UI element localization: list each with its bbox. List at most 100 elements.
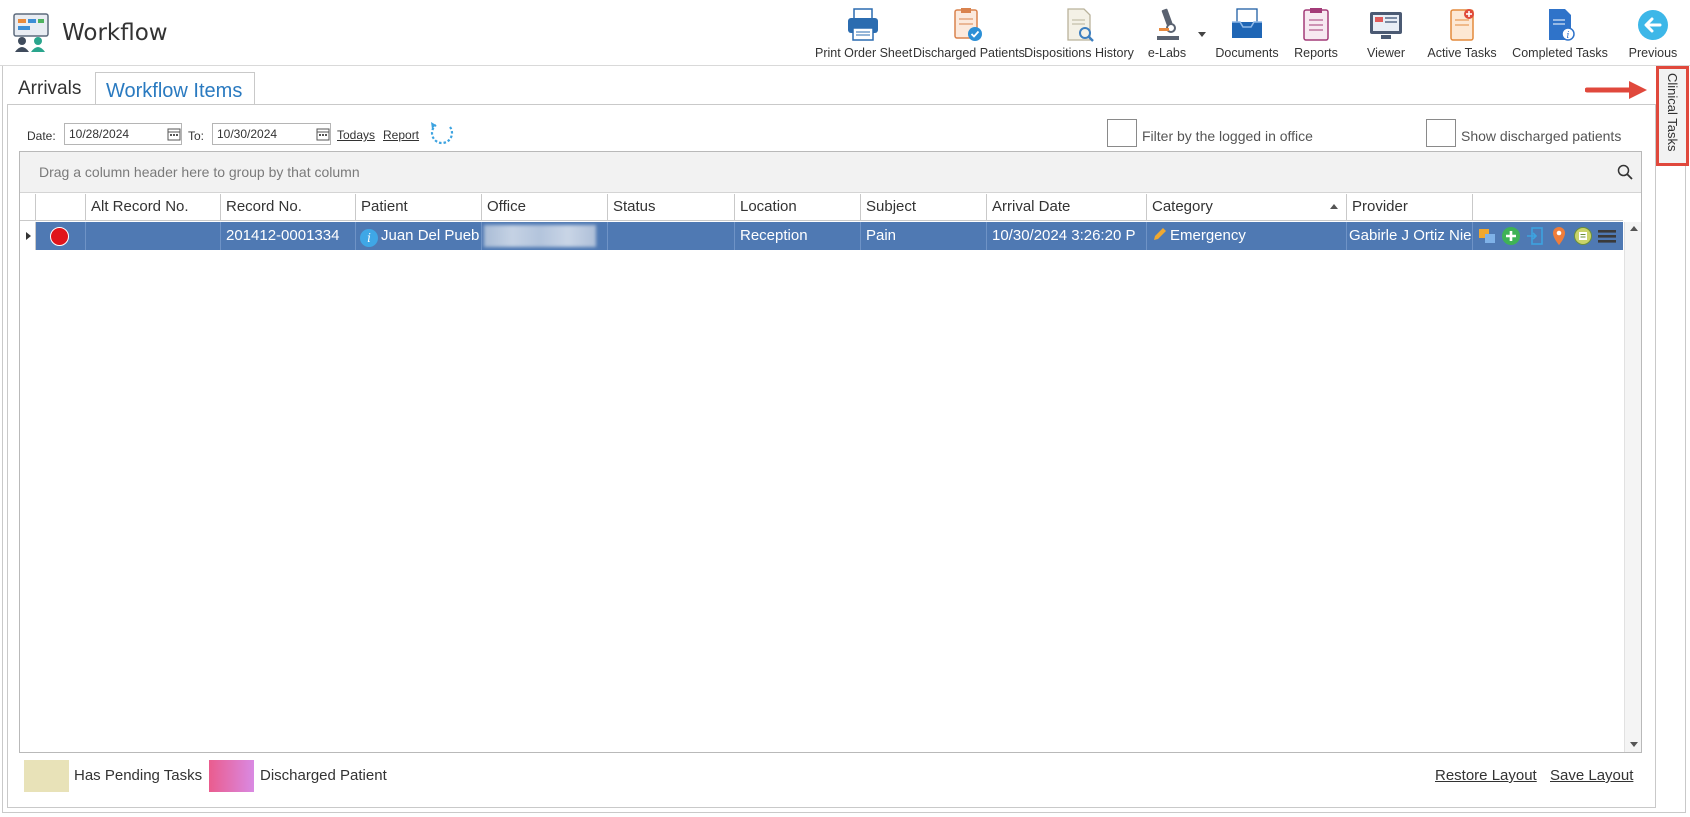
e-labs-button[interactable]: e-Labs [1140,4,1194,64]
tab-arrivals[interactable]: Arrivals [8,70,95,104]
toolbar-label: Reports [1294,46,1338,60]
cell-subject: Pain [861,222,987,250]
column-header-office[interactable]: Office [482,194,608,221]
toolbar-label: Active Tasks [1427,46,1497,60]
svg-text:i: i [1567,31,1570,41]
show-discharged-checkbox[interactable] [1426,119,1456,147]
calendar-icon[interactable] [316,127,330,141]
pending-tasks-swatch [24,760,69,792]
column-header-status[interactable] [36,194,86,221]
previous-button[interactable]: Previous [1622,4,1684,64]
column-header-alt-record-no[interactable]: Alt Record No. [86,194,221,221]
clinical-tasks-side-tab[interactable]: Clinical Tasks [1656,66,1689,166]
column-header-actions [1473,194,1623,221]
column-header-record-no[interactable]: Record No. [221,194,356,221]
documents-button[interactable]: Documents [1212,4,1282,64]
column-header-subject[interactable]: Subject [861,194,987,221]
location-pin-icon[interactable] [1549,226,1569,246]
dispositions-history-button[interactable]: Dispositions History [1024,4,1134,64]
column-header-indicator [20,194,36,221]
printer-icon [848,8,878,41]
column-header-patient[interactable]: Patient [356,194,482,221]
cell-alt-record-no [86,222,221,250]
cell-office [482,222,608,250]
expand-arrow-icon [26,232,31,240]
toolbar-label: Documents [1215,46,1279,60]
discharged-patients-button[interactable]: Discharged Patients [913,4,1025,64]
documents-tray-icon [1232,8,1262,38]
scroll-up-icon[interactable] [1630,226,1638,231]
toolbar-label: Viewer [1367,46,1405,60]
cell-patient[interactable]: i Juan Del Pueb [356,222,482,250]
table-row[interactable]: 201412-0001334 i Juan Del Pueb Reception … [20,222,1623,250]
app-title: Workflow [62,20,168,46]
status-red-dot-icon [50,227,69,246]
check-in-icon[interactable] [1525,226,1545,246]
add-task-icon[interactable] [1501,226,1521,246]
clinical-tasks-label: Clinical Tasks [1665,73,1680,152]
date-from-input[interactable]: 10/28/2024 [64,123,182,145]
completed-tasks-button[interactable]: i Completed Tasks [1510,4,1610,64]
toolbar-label: e-Labs [1147,46,1187,60]
date-to-input[interactable]: 10/30/2024 [212,123,331,145]
calendar-icon[interactable] [167,127,181,141]
notes-icon[interactable] [1573,226,1593,246]
refresh-icon[interactable] [428,119,456,147]
scroll-down-icon[interactable] [1630,742,1638,747]
patient-name: Juan Del Pueb [381,227,480,244]
microscope-icon [1157,8,1179,40]
app-header: Workflow Print Order Sheet Discharged Pa… [0,0,1690,66]
filter-office-checkbox[interactable] [1107,119,1137,147]
save-layout-link[interactable]: Save Layout [1550,767,1633,784]
column-header-location[interactable]: Location [735,194,861,221]
cell-arrival-date: 10/30/2024 3:26:20 P [987,222,1147,250]
e-labs-dropdown-caret-icon[interactable] [1198,32,1206,37]
show-discharged-label: Show discharged patients [1461,128,1622,144]
cell-status-text [608,222,735,250]
tab-workflow-items[interactable]: Workflow Items [95,72,255,105]
discharged-patients-icon [954,8,982,41]
reports-icon [1303,8,1329,41]
category-value: Emergency [1170,227,1246,244]
group-by-panel[interactable]: Drag a column header here to group by th… [20,152,1641,193]
cell-record-no: 201412-0001334 [221,222,356,250]
cell-status [36,222,86,250]
discharged-patient-swatch [209,760,254,792]
reports-button[interactable]: Reports [1290,4,1342,64]
toolbar-label: Discharged Patients [913,46,1025,60]
sort-ascending-icon [1330,204,1338,209]
column-header-category[interactable]: Category [1147,194,1347,221]
toolbar-label: Completed Tasks [1512,46,1608,60]
report-link[interactable]: Report [383,128,419,142]
row-expand-toggle[interactable] [20,222,36,250]
toolbar-label: Previous [1628,46,1678,60]
column-header-provider[interactable]: Provider [1347,194,1473,221]
column-header-status-text[interactable]: Status [608,194,735,221]
column-header-arrival-date[interactable]: Arrival Date [987,194,1147,221]
viewer-button[interactable]: Viewer [1360,4,1412,64]
menu-hamburger-icon[interactable] [1597,226,1617,246]
column-header-row: Alt Record No. Record No. Patient Office… [20,194,1623,221]
cell-category: Emergency [1147,222,1347,250]
toolbar-label: Dispositions History [1024,46,1134,60]
to-label: To: [188,129,205,143]
print-order-sheet-button[interactable]: Print Order Sheet [815,4,913,64]
filter-office-label: Filter by the logged in office [1142,128,1313,144]
toolbar-label: Print Order Sheet [815,46,913,60]
grid-vertical-scrollbar[interactable] [1624,222,1641,752]
cell-location: Reception [735,222,861,250]
viewer-monitor-icon [1370,12,1402,39]
redacted-office-value [484,225,596,247]
group-panel-hint: Drag a column header here to group by th… [39,164,360,180]
column-header-category-label: Category [1152,198,1213,215]
pencil-icon [1154,228,1166,240]
back-arrow-icon [1638,10,1668,40]
patient-info-icon[interactable]: i [360,229,378,247]
restore-layout-link[interactable]: Restore Layout [1435,767,1537,784]
date-label: Date: [27,129,56,143]
search-icon[interactable] [1617,164,1633,180]
active-tasks-button[interactable]: Active Tasks [1425,4,1499,64]
transfer-icon[interactable] [1477,226,1497,246]
todays-link[interactable]: Todays [337,128,375,142]
workflow-grid: Drag a column header here to group by th… [19,151,1642,753]
